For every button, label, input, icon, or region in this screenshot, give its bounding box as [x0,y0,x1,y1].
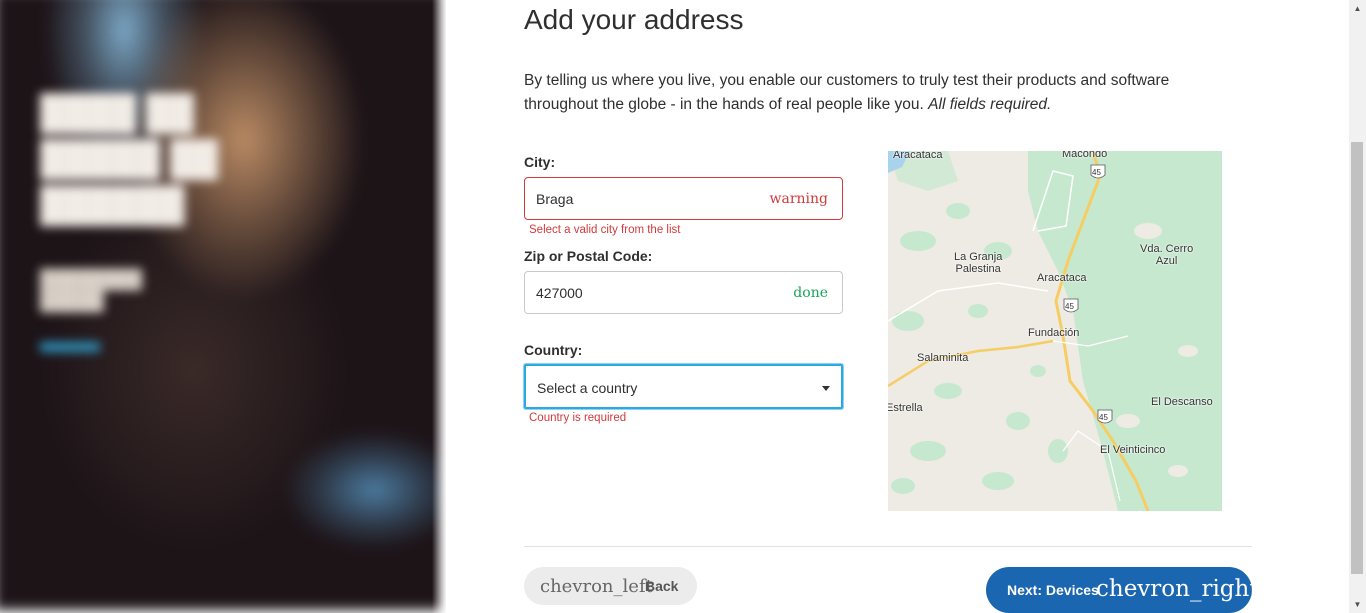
map-label: 45 [1092,168,1101,177]
country-error-message: Country is required [529,412,627,424]
map-label: 45 [1099,413,1108,422]
back-button-label: Back [645,578,679,594]
next-button-label: Next: Devices [1007,582,1099,598]
map-label: Vda. Cerro Azul [1140,243,1194,267]
city-value: Braga [536,191,574,207]
city-input[interactable]: Braga warning [524,177,843,220]
map-label: Macondo [1062,151,1108,160]
divider [524,546,1252,547]
chevron-left-icon: chevron_left [540,576,653,597]
done-icon: done [793,285,828,301]
map-label: Aracataca [1037,272,1087,284]
warning-icon: warning [769,191,829,207]
back-button[interactable]: chevron_left Back [524,567,697,605]
hero-panel: ████ ██ █████ ██ ██████ ████████ █████ [0,0,446,613]
country-selected-value: Select a country [537,380,638,396]
city-label: City: [524,154,556,170]
map-label: Salaminita [917,352,969,364]
intro-text: By telling us where you live, you enable… [524,69,1224,117]
zip-value: 427000 [536,285,583,301]
intro-required-note: All fields required. [928,96,1052,113]
map-label: El Veinticinco [1100,444,1166,456]
country-select[interactable]: Select a country [524,364,843,409]
next-devices-button[interactable]: Next: Devices chevron_right [986,567,1259,613]
page-scrollbar[interactable]: ▲ ▼ [1349,0,1366,613]
zip-input[interactable]: 427000 done [524,271,843,314]
scroll-up-arrow-icon[interactable]: ▲ [1349,0,1366,17]
location-map[interactable]: Aracataca Macondo 45 La Granja Palestina… [888,151,1222,511]
map-label: La Granja Palestina [954,251,1003,275]
map-label: Aracataca [893,151,943,161]
scroll-down-arrow-icon[interactable]: ▼ [1349,596,1366,613]
chevron-right-icon: chevron_right [1096,576,1259,602]
zip-label: Zip or Postal Code: [524,248,653,264]
map-label: 45 [1065,302,1074,311]
map-label: Estrella [888,402,923,414]
city-error-message: Select a valid city from the list [529,224,681,236]
hero-text-blurred: ████ ██ █████ ██ ██████ ████████ █████ [40,90,400,352]
map-label: El Descanso [1151,396,1213,408]
page-title: Add your address [524,4,744,35]
scroll-thumb[interactable] [1351,142,1363,574]
dropdown-caret-icon [822,386,830,391]
intro-main: By telling us where you live, you enable… [524,72,1170,113]
map-label: Fundación [1028,327,1080,339]
country-label: Country: [524,342,583,358]
